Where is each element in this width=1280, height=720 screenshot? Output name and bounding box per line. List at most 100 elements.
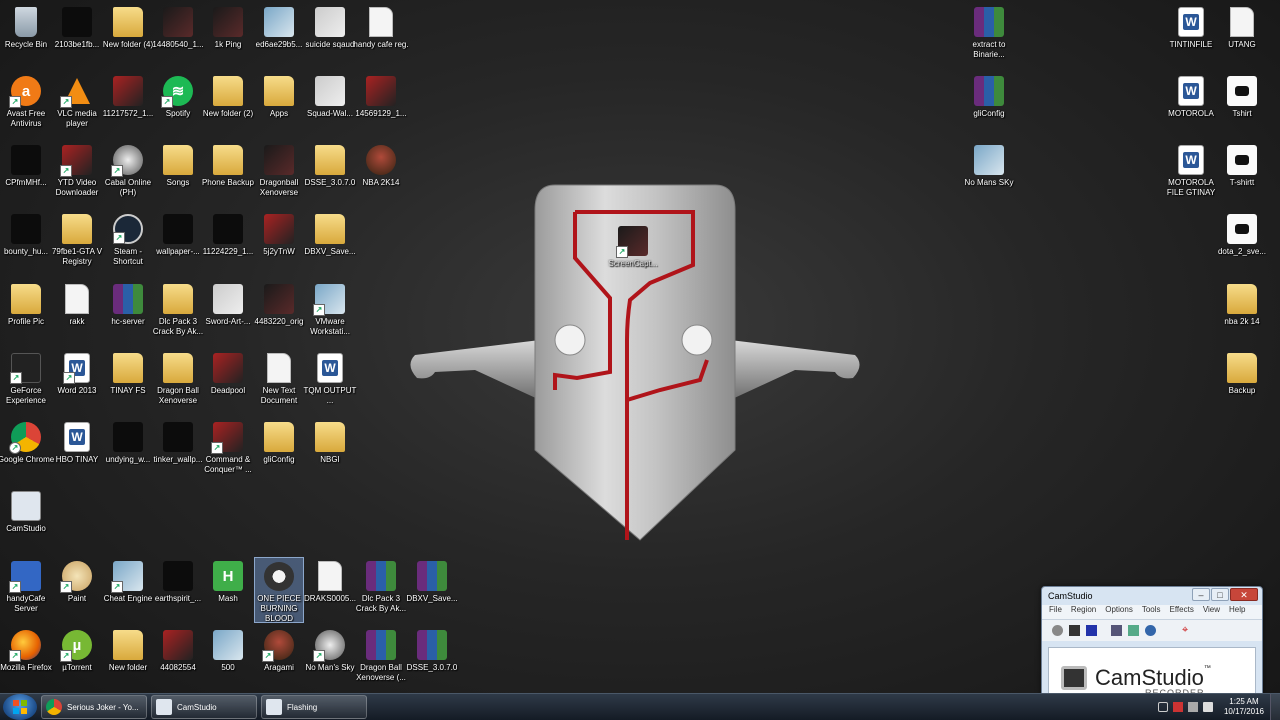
taskbar-button[interactable]: CamStudio bbox=[151, 695, 257, 719]
desktop-icon[interactable]: bounty_hu... bbox=[1, 210, 51, 278]
desktop-icon[interactable]: UTANG bbox=[1217, 3, 1267, 71]
desktop-icon[interactable]: gliConfig bbox=[964, 72, 1014, 140]
stop-button[interactable] bbox=[1086, 625, 1097, 636]
desktop-icon[interactable]: undying_w... bbox=[103, 418, 153, 486]
desktop-icon[interactable]: hc-server bbox=[103, 280, 153, 348]
clock[interactable]: 1:25 AM 10/17/2016 bbox=[1224, 697, 1264, 717]
desktop-icon[interactable]: suicide sqaud bbox=[305, 3, 355, 71]
desktop-icon[interactable]: Dlc Pack 3 Crack By Ak... bbox=[356, 557, 406, 625]
desktop-icon[interactable]: Command & Conquer™ ... bbox=[203, 418, 253, 486]
tray-app-icon[interactable] bbox=[1172, 702, 1183, 712]
desktop-icon[interactable]: Recycle Bin bbox=[1, 3, 51, 71]
desktop-icon[interactable]: New folder (4) bbox=[103, 3, 153, 71]
network-icon[interactable] bbox=[1187, 702, 1198, 712]
desktop-icon[interactable]: CPfmMHf... bbox=[1, 141, 51, 209]
desktop-icon[interactable]: New folder bbox=[103, 626, 153, 694]
taskbar-button[interactable]: Flashing bbox=[261, 695, 367, 719]
desktop-icon[interactable]: 44082554 bbox=[153, 626, 203, 694]
desktop-icon[interactable]: 14480540_1... bbox=[152, 3, 204, 71]
desktop-icon[interactable]: DRAKS0005... bbox=[304, 557, 356, 625]
desktop-icon[interactable]: µµTorrent bbox=[52, 626, 102, 694]
desktop-icon[interactable]: TQM OUTPUT ... bbox=[304, 349, 356, 417]
desktop-icon[interactable]: Dragon Ball Xenoverse (... bbox=[356, 626, 406, 694]
close-button[interactable]: ✕ bbox=[1230, 588, 1258, 601]
desktop-icon[interactable]: DBXV_Save... bbox=[304, 210, 356, 278]
desktop-icon[interactable]: 11217572_1... bbox=[103, 72, 153, 140]
desktop-icon[interactable]: TINAY FS bbox=[103, 349, 153, 417]
web-icon[interactable] bbox=[1145, 625, 1156, 636]
menu-help[interactable]: Help bbox=[1229, 605, 1245, 619]
desktop-icon[interactable]: CamStudio bbox=[1, 487, 51, 555]
desktop-icon[interactable]: 79fbe1-GTA V Registry bbox=[52, 210, 102, 278]
desktop-icon[interactable]: aAvast Free Antivirus bbox=[1, 72, 51, 140]
menu-view[interactable]: View bbox=[1203, 605, 1220, 619]
desktop-icon[interactable]: Word 2013 bbox=[52, 349, 102, 417]
desktop-icon[interactable]: 11224229_1... bbox=[203, 210, 253, 278]
record-button[interactable] bbox=[1052, 625, 1063, 636]
desktop-icon[interactable]: handyCafe Server bbox=[1, 557, 51, 625]
show-desktop-button[interactable] bbox=[1270, 693, 1280, 720]
desktop-icon[interactable]: wallpaper-... bbox=[153, 210, 203, 278]
pause-button[interactable] bbox=[1069, 625, 1080, 636]
desktop-icon[interactable]: Dragon Ball Xenoverse bbox=[153, 349, 203, 417]
desktop-icon[interactable]: dota_2_sve... bbox=[1217, 210, 1267, 278]
desktop-icon[interactable]: NBA 2K14 bbox=[356, 141, 406, 209]
desktop-icon[interactable]: New Text Document bbox=[254, 349, 304, 417]
desktop-icon[interactable]: handy cafe reg. bbox=[353, 3, 409, 71]
desktop-icon[interactable]: Songs bbox=[153, 141, 203, 209]
maximize-button[interactable]: □ bbox=[1211, 588, 1229, 601]
menu-file[interactable]: File bbox=[1049, 605, 1062, 619]
desktop-icon[interactable]: DBXV_Save... bbox=[406, 557, 458, 625]
desktop-icon[interactable]: 14569129_1... bbox=[355, 72, 407, 140]
desktop-icon[interactable]: 1k Ping bbox=[203, 3, 253, 71]
desktop-icon[interactable]: Cheat Engine bbox=[103, 557, 153, 625]
desktop-icon[interactable]: ONE PIECE BURNING BLOOD bbox=[254, 557, 304, 623]
desktop-icon[interactable]: 500 bbox=[203, 626, 253, 694]
menu-options[interactable]: Options bbox=[1105, 605, 1133, 619]
desktop-icon[interactable]: earthspirit_... bbox=[153, 557, 203, 625]
volume-icon[interactable] bbox=[1202, 702, 1213, 712]
desktop-icon[interactable]: Backup bbox=[1217, 349, 1267, 417]
desktop-icon[interactable]: Paint bbox=[52, 557, 102, 625]
desktop-icon[interactable]: Sword-Art-... bbox=[203, 280, 253, 348]
desktop-icon[interactable]: Dragonball Xenoverse bbox=[254, 141, 304, 209]
desktop-icon[interactable]: New folder (2) bbox=[203, 72, 253, 140]
desktop-icon[interactable]: DSSE_3.0.7.0 bbox=[407, 626, 457, 694]
desktop-icon[interactable]: Google Chrome bbox=[0, 418, 54, 486]
desktop-icon[interactable]: ≋Spotify bbox=[153, 72, 203, 140]
screencapture-shortcut[interactable]: ScreenCapt... bbox=[608, 222, 658, 290]
desktop-icon[interactable]: Squad-Wal... bbox=[305, 72, 355, 140]
desktop-icon[interactable]: GeForce Experience bbox=[1, 349, 51, 417]
region-icon[interactable] bbox=[1111, 625, 1122, 636]
desktop-icon[interactable]: gliConfig bbox=[254, 418, 304, 486]
desktop-icon[interactable]: T-shirtt bbox=[1217, 141, 1267, 209]
menu-tools[interactable]: Tools bbox=[1142, 605, 1161, 619]
minimize-button[interactable]: – bbox=[1192, 588, 1210, 601]
desktop-icon[interactable]: Deadpool bbox=[203, 349, 253, 417]
desktop-icon[interactable]: Aragami bbox=[254, 626, 304, 694]
desktop-icon[interactable]: Steam - Shortcut bbox=[103, 210, 153, 278]
desktop-icon[interactable]: Cabal Online (PH) bbox=[103, 141, 153, 209]
desktop-icon[interactable]: MOTOROLA FILE GTINAY bbox=[1166, 141, 1216, 209]
start-button[interactable] bbox=[3, 694, 37, 720]
desktop-icon[interactable]: YTD Video Downloader bbox=[52, 141, 102, 209]
desktop-icon[interactable]: Phone Backup bbox=[202, 141, 254, 209]
desktop-icon[interactable]: No Mans SKy bbox=[964, 141, 1014, 209]
desktop-icon[interactable]: nba 2k 14 bbox=[1217, 280, 1267, 348]
cursor-effect-icon[interactable]: ⌖ bbox=[1182, 625, 1193, 636]
desktop-icon[interactable]: DSSE_3.0.7.0 bbox=[305, 141, 355, 209]
desktop-icon[interactable]: Apps bbox=[254, 72, 304, 140]
desktop-icon[interactable]: MOTOROLA bbox=[1166, 72, 1216, 140]
menu-region[interactable]: Region bbox=[1071, 605, 1096, 619]
taskbar-button[interactable]: Serious Joker - Yo... bbox=[41, 695, 147, 719]
desktop-icon[interactable]: ed6ae29b5... bbox=[254, 3, 304, 71]
desktop-icon[interactable]: NBGI bbox=[305, 418, 355, 486]
desktop-icon[interactable]: Dlc Pack 3 Crack By Ak... bbox=[153, 280, 203, 348]
desktop-icon[interactable]: rakk bbox=[52, 280, 102, 348]
desktop-icon[interactable]: VMware Workstati... bbox=[305, 280, 355, 348]
desktop-icon[interactable]: Tshirt bbox=[1217, 72, 1267, 140]
desktop-icon[interactable]: Mozilla Firefox bbox=[0, 626, 52, 694]
desktop-icon[interactable]: HBO TINAY bbox=[52, 418, 102, 486]
desktop-icon[interactable]: H Mash bbox=[203, 557, 253, 625]
desktop-icon[interactable]: No Man's Sky bbox=[305, 626, 355, 694]
